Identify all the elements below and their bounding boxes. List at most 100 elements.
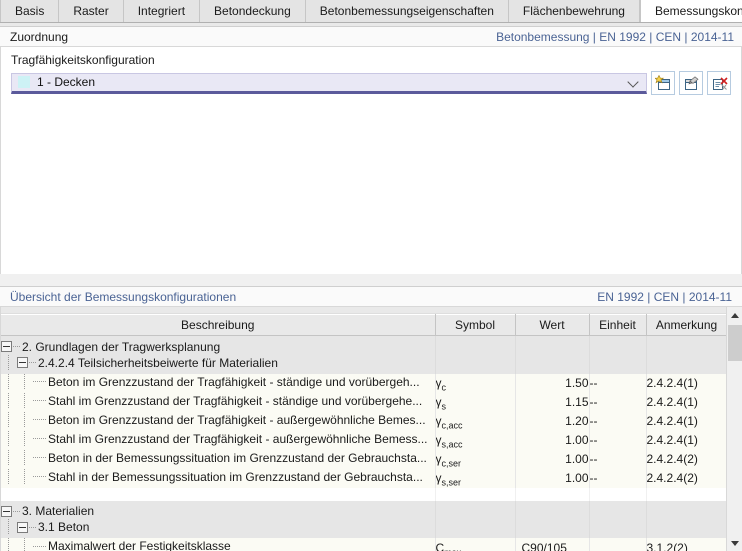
delete-configuration-button[interactable] bbox=[707, 71, 731, 95]
tree-connector bbox=[33, 476, 46, 477]
overview-panel: Übersicht der Bemessungskonfigurationen … bbox=[0, 286, 742, 551]
row-description-label: Stahl im Grenzzustand der Tragfähigkeit … bbox=[48, 431, 428, 446]
row-description-label: Beton im Grenzzustand der Tragfähigkeit … bbox=[48, 374, 420, 389]
tree-indent-guide bbox=[1, 449, 17, 466]
tree-indent-guide bbox=[1, 468, 17, 485]
tree-collapse-icon[interactable] bbox=[17, 521, 28, 533]
table-row-blank bbox=[1, 487, 726, 501]
tab-basis[interactable]: Basis bbox=[0, 0, 60, 22]
configuration-dropdown[interactable]: 1 - Decken bbox=[11, 72, 647, 94]
new-configuration-button[interactable] bbox=[651, 71, 675, 95]
column-header-beschreibung[interactable]: Beschreibung bbox=[1, 314, 436, 336]
tree-indent-guide bbox=[1, 538, 17, 551]
scrollbar-thumb[interactable] bbox=[728, 325, 742, 361]
cell-note: 2.4.2.4(1) bbox=[646, 411, 726, 431]
tab-betonbemessungseigenschaften[interactable]: Betonbemessungseigenschaften bbox=[305, 0, 509, 22]
tab-bemessungskonfigurationen[interactable]: Bemessungskonfigurationen bbox=[639, 0, 742, 22]
cell-symbol bbox=[435, 487, 516, 501]
cell-value[interactable]: 1.00 bbox=[515, 449, 590, 469]
assignment-panel-body: Tragfähigkeitskonfiguration 1 - Decken bbox=[0, 47, 742, 274]
cell-value[interactable]: 1.00 bbox=[515, 430, 590, 450]
assignment-panel-meta: Betonbemessung | EN 1992 | CEN | 2014-11 bbox=[496, 29, 734, 44]
cell-note bbox=[646, 335, 726, 355]
tree-collapse-icon[interactable] bbox=[17, 357, 28, 368]
tab-betondeckung[interactable]: Betondeckung bbox=[200, 0, 306, 22]
cell-description: 2.4.2.4 Teilsicherheitsbeiwerte für Mate… bbox=[1, 354, 436, 374]
row-description-label: Stahl im Grenzzustand der Tragfähigkeit … bbox=[48, 393, 423, 408]
tree-indent-guide bbox=[17, 392, 33, 409]
chevron-down-icon bbox=[628, 76, 640, 88]
cell-unit bbox=[589, 538, 647, 551]
tree-indent-guide bbox=[17, 449, 33, 466]
table-row[interactable]: 2.4.2.4 Teilsicherheitsbeiwerte für Mate… bbox=[1, 354, 726, 374]
tree-collapse-icon[interactable] bbox=[1, 341, 12, 352]
symbol-subscript: c,acc bbox=[441, 420, 463, 431]
column-header-wert[interactable]: Wert bbox=[515, 314, 590, 336]
edit-configuration-button[interactable] bbox=[679, 71, 703, 95]
cell-value[interactable]: 1.00 bbox=[515, 468, 590, 488]
cell-value[interactable]: 1.20 bbox=[515, 411, 590, 431]
cell-unit bbox=[589, 335, 647, 355]
symbol-base: C bbox=[435, 540, 445, 551]
tree-indent-guide bbox=[1, 373, 17, 390]
row-description-label: 2.4.2.4 Teilsicherheitsbeiwerte für Mate… bbox=[38, 355, 278, 370]
cell-value bbox=[515, 335, 590, 355]
table-row[interactable]: 3.1 Beton bbox=[1, 519, 726, 538]
tab-flächenbewehrung[interactable]: Flächenbewehrung bbox=[508, 0, 640, 22]
table-row[interactable]: Stahl im Grenzzustand der Tragfähigkeit … bbox=[1, 430, 726, 450]
assignment-panel: Zuordnung Betonbemessung | EN 1992 | CEN… bbox=[0, 27, 742, 274]
application-window: Basis Raster Integriert Betondeckung Betonbe… bbox=[0, 0, 742, 551]
overview-panel-header: Übersicht der Bemessungskonfigurationen … bbox=[0, 287, 742, 307]
table-row[interactable]: 3. Materialien bbox=[1, 500, 726, 519]
assignment-panel-header: Zuordnung Betonbemessung | EN 1992 | CEN… bbox=[0, 27, 742, 47]
tree-indent-guide bbox=[17, 430, 33, 447]
table-row[interactable]: Beton im Grenzzustand der Tragfähigkeit … bbox=[1, 373, 726, 393]
cell-value[interactable]: C90/105 bbox=[515, 538, 590, 551]
tree-indent-guide bbox=[1, 411, 17, 428]
cell-unit: -- bbox=[589, 449, 647, 469]
overview-panel-meta: EN 1992 | CEN | 2014-11 bbox=[597, 289, 732, 304]
column-header-anmerkung[interactable]: Anmerkung bbox=[646, 314, 726, 336]
table-row[interactable]: Stahl im Grenzzustand der Tragfähigkeit … bbox=[1, 392, 726, 412]
column-header-einheit[interactable]: Einheit bbox=[589, 314, 647, 336]
tree-indent-guide bbox=[1, 392, 17, 409]
tree-connector bbox=[33, 400, 46, 401]
cell-unit bbox=[589, 487, 647, 501]
column-header-symbol[interactable]: Symbol bbox=[435, 314, 516, 336]
cell-symbol: γs,ser bbox=[435, 468, 516, 488]
table-body: 2. Grundlagen der Tragwerksplanung 2.4.2.… bbox=[1, 335, 726, 551]
tree-indent-guide bbox=[17, 373, 33, 390]
cell-value[interactable]: 1.15 bbox=[515, 392, 590, 412]
table-row[interactable]: Maximalwert der FestigkeitsklasseCmaxC90… bbox=[1, 538, 726, 551]
configuration-field-label: Tragfähigkeitskonfiguration bbox=[11, 53, 155, 67]
cell-note bbox=[646, 519, 726, 538]
tree-indent-guide bbox=[1, 354, 17, 371]
table-row[interactable]: Beton im Grenzzustand der Tragfähigkeit … bbox=[1, 411, 726, 431]
tree-connector bbox=[29, 362, 36, 363]
tree-indent-guide bbox=[17, 468, 33, 485]
configuration-table: Beschreibung Symbol Wert Einheit Anmerkung 2… bbox=[1, 314, 726, 551]
tab-integriert[interactable]: Integriert bbox=[123, 0, 201, 22]
cell-description: Stahl im Grenzzustand der Tragfähigkeit … bbox=[1, 430, 436, 450]
row-description-label: Maximalwert der Festigkeitsklasse bbox=[48, 539, 231, 551]
cell-value[interactable]: 1.50 bbox=[515, 373, 590, 393]
edit-document-icon bbox=[684, 75, 699, 90]
cell-symbol: γs,acc bbox=[435, 430, 516, 450]
table-row[interactable]: Beton in der Bemessungssituation im Gren… bbox=[1, 449, 726, 469]
cell-value bbox=[515, 519, 590, 538]
new-document-icon bbox=[654, 74, 670, 90]
tree-indent-guide bbox=[17, 411, 33, 428]
scroll-up-button[interactable] bbox=[727, 307, 742, 323]
tree-collapse-icon[interactable] bbox=[1, 505, 12, 517]
tree-connector bbox=[13, 346, 20, 347]
row-description-label: Beton in der Bemessungssituation im Gren… bbox=[48, 450, 427, 465]
tree-connector bbox=[33, 545, 46, 547]
scroll-down-button[interactable] bbox=[727, 535, 742, 551]
cell-description bbox=[1, 487, 436, 501]
vertical-scrollbar[interactable] bbox=[726, 307, 742, 551]
table-row[interactable]: 2. Grundlagen der Tragwerksplanung bbox=[1, 335, 726, 355]
tab-raster[interactable]: Raster bbox=[59, 0, 124, 22]
grid-top-spacer bbox=[1, 307, 726, 314]
overview-grid-wrapper: Beschreibung Symbol Wert Einheit Anmerkung 2… bbox=[0, 307, 742, 551]
table-row[interactable]: Stahl in der Bemessungssituation im Gren… bbox=[1, 468, 726, 488]
